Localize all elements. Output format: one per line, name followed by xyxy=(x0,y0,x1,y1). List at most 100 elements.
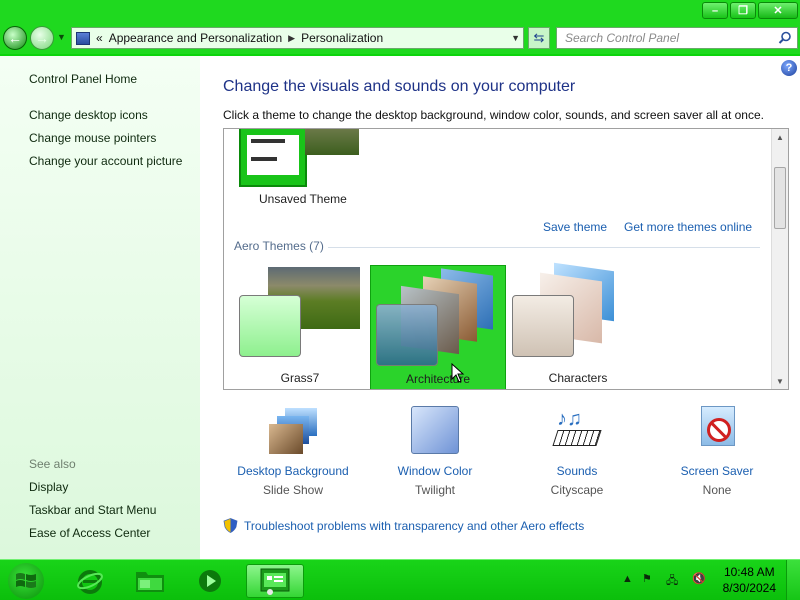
show-desktop-button[interactable] xyxy=(786,560,800,600)
taskbar-internet-explorer[interactable] xyxy=(66,564,114,598)
see-also-heading: See also xyxy=(29,457,76,471)
theme-characters-label: Characters xyxy=(548,371,608,385)
desktop-background-link[interactable]: Desktop Background xyxy=(223,464,363,478)
clock-time: 10:48 AM xyxy=(723,565,775,579)
recent-pages-button[interactable]: ▼ xyxy=(57,32,66,42)
screen-saver-icon xyxy=(691,406,743,456)
get-more-themes-link[interactable]: Get more themes online xyxy=(624,220,752,234)
close-icon: ✕ xyxy=(773,5,783,17)
breadcrumb-overflow[interactable]: « xyxy=(96,31,103,45)
maximize-button[interactable]: ❐ xyxy=(730,2,756,19)
back-arrow-icon: ← xyxy=(8,30,22,46)
forward-button[interactable]: → xyxy=(30,26,54,50)
start-button[interactable] xyxy=(8,563,44,599)
taskbar-control-panel[interactable] xyxy=(246,564,304,598)
address-dropdown-icon[interactable]: ▼ xyxy=(511,33,520,43)
close-button[interactable]: ✕ xyxy=(758,2,798,19)
page-title: Change the visuals and sounds on your co… xyxy=(223,78,576,95)
mouse-cursor-icon xyxy=(451,363,465,383)
sounds-option[interactable]: ♪♫ Sounds Cityscape xyxy=(507,406,647,497)
help-icon[interactable]: ? xyxy=(781,60,797,76)
sounds-value: Cityscape xyxy=(550,483,604,497)
desktop-background-option[interactable]: Desktop Background Slide Show xyxy=(223,406,363,497)
sidebar-change-desktop-icons[interactable]: Change desktop icons xyxy=(29,108,148,122)
shield-icon xyxy=(223,518,238,533)
breadcrumb-appearance[interactable]: Appearance and Personalization xyxy=(109,31,282,45)
refresh-button[interactable]: ⇆ xyxy=(528,27,550,49)
characters-color-swatch xyxy=(512,295,574,357)
action-center-flag-icon[interactable]: ⚑ xyxy=(642,572,652,585)
navigation-bar: ← → ▼ « Appearance and Personalization ▶… xyxy=(0,24,800,54)
windows-logo-icon xyxy=(16,573,36,588)
theme-grass7-label: Grass7 xyxy=(280,371,320,385)
unsaved-theme-thumbnail[interactable] xyxy=(239,129,359,187)
aero-themes-group-label: Aero Themes (7) xyxy=(234,239,324,253)
sidebar-change-mouse-pointers[interactable]: Change mouse pointers xyxy=(29,131,156,145)
scroll-down-arrow-icon[interactable]: ▼ xyxy=(772,373,788,389)
architecture-color-swatch xyxy=(376,304,438,366)
search-icon[interactable] xyxy=(778,31,792,45)
theme-grass7[interactable]: Grass7 xyxy=(232,265,368,389)
sidebar-change-account-picture[interactable]: Change your account picture xyxy=(29,154,182,168)
grass7-color-swatch xyxy=(239,295,301,357)
group-divider xyxy=(328,247,760,248)
sidebar-taskbar-start-menu[interactable]: Taskbar and Start Menu xyxy=(29,503,156,517)
theme-architecture-label: Architecture xyxy=(405,372,471,386)
theme-architecture[interactable]: Architecture xyxy=(370,265,506,389)
taskbar: ▲ ⚑ 🖧 🔇 10:48 AM 8/30/2024 xyxy=(0,559,800,600)
system-clock[interactable]: 10:48 AM 8/30/2024 xyxy=(723,564,776,596)
breadcrumb-separator-icon[interactable]: ▶ xyxy=(288,33,295,44)
scroll-thumb[interactable] xyxy=(774,167,786,229)
address-bar[interactable]: « Appearance and Personalization ▶ Perso… xyxy=(71,27,524,49)
back-button[interactable]: ← xyxy=(3,26,27,50)
minimize-button[interactable]: – xyxy=(702,2,728,19)
forward-arrow-icon: → xyxy=(35,30,49,46)
desktop-background-value: Slide Show xyxy=(262,483,324,497)
unsaved-theme-label[interactable]: Unsaved Theme xyxy=(259,192,347,206)
theme-list-scrollbar[interactable]: ▲ ▼ xyxy=(771,129,788,389)
unsaved-theme-wallpaper xyxy=(305,129,359,155)
troubleshoot-link[interactable]: Troubleshoot problems with transparency … xyxy=(244,519,584,533)
control-panel-icon xyxy=(260,568,290,595)
sidebar-control-panel-home[interactable]: Control Panel Home xyxy=(29,72,137,86)
theme-list[interactable]: Unsaved Theme Save theme Get more themes… xyxy=(223,128,789,390)
save-theme-link[interactable]: Save theme xyxy=(543,220,607,234)
control-panel-icon xyxy=(76,31,90,45)
minimize-icon: – xyxy=(711,4,719,17)
sounds-link[interactable]: Sounds xyxy=(507,464,647,478)
search-input[interactable]: Search Control Panel xyxy=(556,27,798,49)
screen-saver-link[interactable]: Screen Saver xyxy=(647,464,787,478)
clock-date: 8/30/2024 xyxy=(722,581,776,595)
desktop-background-icon xyxy=(267,406,319,456)
preview-bar xyxy=(251,139,285,143)
folder-icon xyxy=(136,572,164,592)
media-player-icon xyxy=(199,570,221,592)
screen-saver-option[interactable]: Screen Saver None xyxy=(647,406,787,497)
taskbar-file-explorer[interactable] xyxy=(126,564,174,598)
internet-explorer-icon xyxy=(77,570,103,594)
preview-bar xyxy=(251,157,277,161)
theme-characters[interactable]: Characters xyxy=(510,262,646,389)
window-color-option[interactable]: Window Color Twilight xyxy=(365,406,505,497)
window-title-bar: – ❐ ✕ xyxy=(0,0,800,24)
window-color-icon xyxy=(409,406,461,456)
main-content: ? Change the visuals and sounds on your … xyxy=(200,56,800,559)
refresh-icon: ⇆ xyxy=(533,30,545,45)
window-controls: – ❐ ✕ xyxy=(702,2,798,19)
unsaved-theme-color-swatch xyxy=(239,129,307,187)
taskbar-media-player[interactable] xyxy=(186,564,234,598)
chevron-down-icon: ▼ xyxy=(57,32,66,42)
breadcrumb-personalization[interactable]: Personalization xyxy=(301,31,383,45)
maximize-icon: ❐ xyxy=(738,5,748,17)
screen-saver-value: None xyxy=(702,483,732,497)
window-color-link[interactable]: Window Color xyxy=(365,464,505,478)
search-placeholder: Search Control Panel xyxy=(565,31,680,45)
show-hidden-icons-icon[interactable]: ▲ xyxy=(622,573,633,585)
scroll-up-arrow-icon[interactable]: ▲ xyxy=(772,129,788,145)
sidebar: Control Panel Home Change desktop icons … xyxy=(0,56,200,559)
page-subtitle: Click a theme to change the desktop back… xyxy=(223,108,764,122)
sidebar-ease-of-access[interactable]: Ease of Access Center xyxy=(29,526,150,540)
network-icon[interactable]: 🖧 xyxy=(666,572,678,591)
sidebar-display[interactable]: Display xyxy=(29,480,68,494)
volume-muted-icon[interactable]: 🔇 xyxy=(692,572,706,585)
